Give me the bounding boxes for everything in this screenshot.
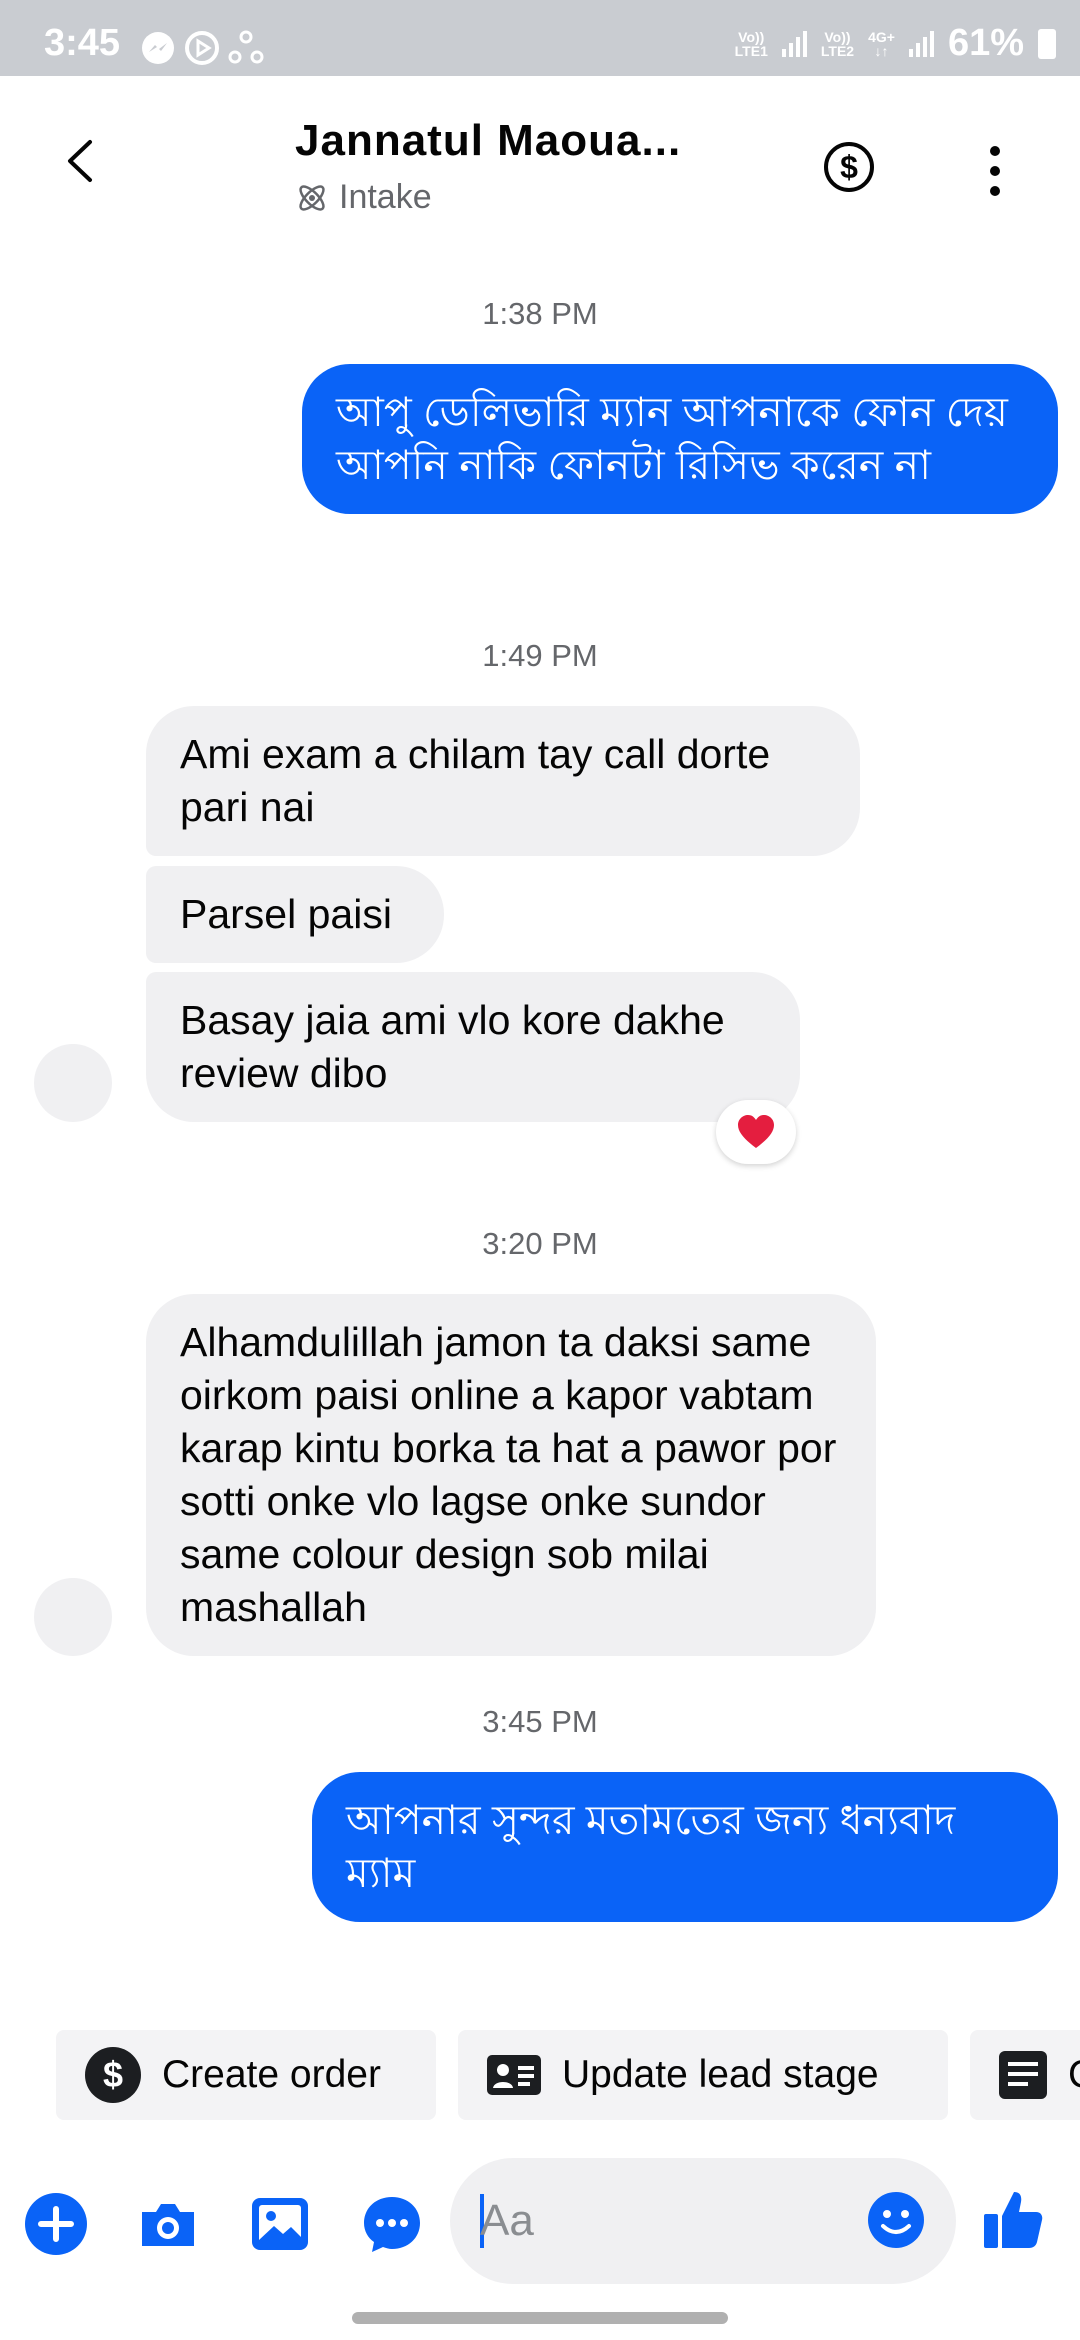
payment-button[interactable]: $ (824, 142, 874, 192)
quick-action-label: C (1068, 2053, 1080, 2097)
message-composer (0, 2150, 1080, 2300)
message-timestamp: 1:38 PM (482, 296, 598, 331)
notification-icons (140, 30, 264, 66)
conversation-header: Jannatul Maoua... Intake $ (0, 76, 1080, 246)
incoming-message[interactable]: Basay jaia ami vlo kore dakhe review dib… (146, 972, 800, 1122)
back-arrow-icon[interactable] (60, 136, 100, 186)
notes-icon (999, 2051, 1047, 2099)
contact-avatar[interactable] (34, 1578, 112, 1656)
incoming-message[interactable]: Alhamdulillah jamon ta daksi same oirkom… (146, 1294, 876, 1656)
status-time: 3:45 (44, 22, 121, 64)
create-order-label: Create order (162, 2053, 381, 2096)
outgoing-message[interactable]: আপনার সুন্দর মতামতের জন্য ধন্যবাদ ম্যাম (312, 1772, 1058, 1922)
home-indicator[interactable] (352, 2312, 728, 2324)
network-lte1: Vo)) LTE1 (734, 28, 768, 59)
status-bar: 3:45 Vo)) LTE1 Vo)) LTE2 4G+ ↓↑ 61% (0, 0, 1080, 76)
message-timestamp: 3:45 PM (482, 1704, 598, 1739)
network-lte2: Vo)) LTE2 (820, 28, 855, 59)
quick-actions-bar: $ Create order Update lead stage C (0, 2030, 1080, 2122)
message-input[interactable] (480, 2188, 850, 2254)
battery-icon (1038, 28, 1056, 59)
incoming-message[interactable]: Parsel paisi (146, 866, 444, 963)
svg-text:$: $ (103, 2054, 123, 2095)
incoming-message[interactable]: Ami exam a chilam tay call dorte pari na… (146, 706, 860, 856)
gallery-icon[interactable] (248, 2192, 312, 2256)
play-icon (185, 31, 219, 65)
more-options-icon[interactable] (980, 146, 1010, 196)
dollar-icon: $ (840, 148, 858, 185)
contact-name[interactable]: Jannatul Maoua... (295, 116, 681, 166)
thumbs-up-icon[interactable] (980, 2186, 1046, 2252)
network-4g: 4G+ ↓↑ (868, 28, 895, 59)
contact-card-icon (487, 2055, 541, 2095)
message-timestamp: 1:49 PM (482, 638, 598, 673)
quick-action-button[interactable]: C (970, 2030, 1080, 2120)
signal-icon (781, 30, 807, 57)
emoji-icon[interactable] (866, 2190, 926, 2250)
contact-stage[interactable]: Intake (295, 178, 432, 217)
heart-icon (738, 1115, 774, 1148)
messenger-icon (142, 32, 174, 64)
update-lead-stage-label: Update lead stage (562, 2053, 879, 2096)
saved-replies-icon[interactable] (360, 2192, 424, 2256)
message-input-container (450, 2158, 956, 2284)
update-lead-stage-button[interactable]: Update lead stage (458, 2030, 948, 2120)
atom-icon (299, 184, 325, 211)
stage-label: Intake (339, 178, 432, 216)
dollar-icon: $ (85, 2047, 141, 2103)
battery-level: 61% (947, 22, 1024, 64)
camera-icon[interactable] (136, 2192, 200, 2256)
reaction-badge[interactable] (716, 1100, 796, 1164)
create-order-button[interactable]: $ Create order (56, 2030, 436, 2120)
plus-icon[interactable] (24, 2192, 88, 2256)
contact-avatar[interactable] (34, 1044, 112, 1122)
message-timestamp: 3:20 PM (482, 1226, 598, 1261)
sync-icon (228, 30, 264, 64)
signal-icon (908, 30, 934, 57)
outgoing-message[interactable]: আপু ডেলিভারি ম্যান আপনাকে ফোন দেয় আপনি … (302, 364, 1058, 514)
